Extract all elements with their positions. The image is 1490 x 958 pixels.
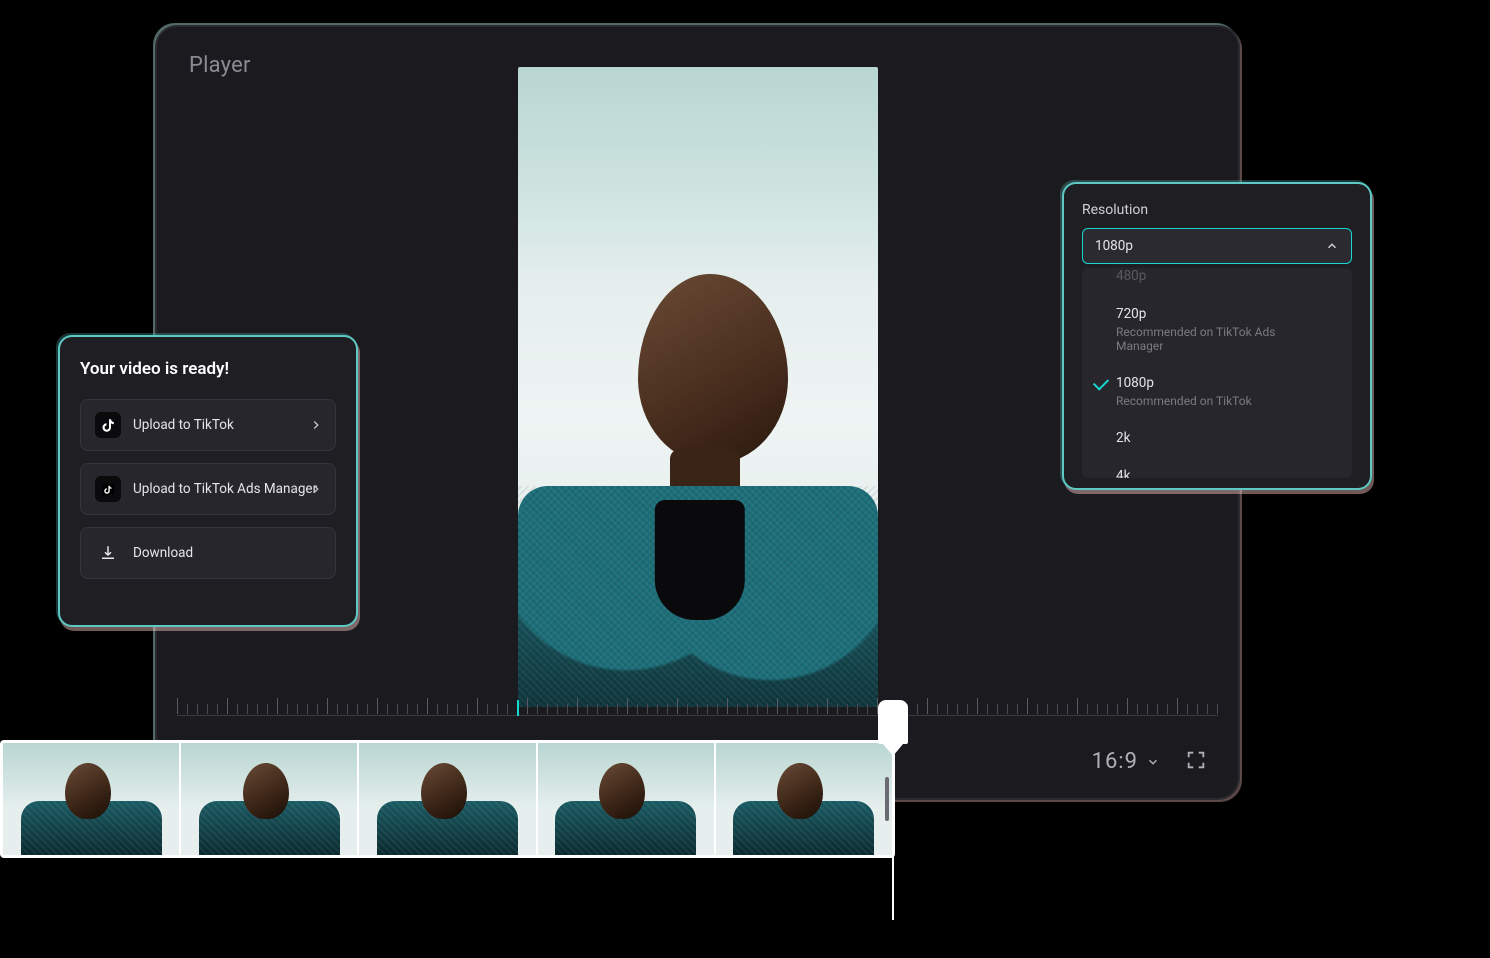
resolution-selected-value: 1080p bbox=[1095, 238, 1133, 254]
clip-thumbnail bbox=[716, 743, 892, 855]
resolution-option-label: 4k bbox=[1116, 468, 1130, 478]
resolution-select[interactable]: 1080p bbox=[1082, 228, 1352, 264]
chevron-right-icon bbox=[309, 482, 323, 496]
clip-thumbnail bbox=[181, 743, 357, 855]
resolution-option-sub: Recommended on TikTok bbox=[1116, 394, 1318, 408]
download-label: Download bbox=[133, 545, 193, 561]
resolution-option-sub: Recommended on TikTok Ads Manager bbox=[1116, 325, 1318, 353]
aspect-ratio-dropdown[interactable]: 16:9 bbox=[1092, 749, 1160, 774]
resolution-option-label: 480p bbox=[1116, 268, 1146, 284]
aspect-ratio-value: 16:9 bbox=[1092, 749, 1138, 774]
tiktok-ads-icon bbox=[95, 476, 121, 502]
upload-to-tiktok-button[interactable]: Upload to TikTok bbox=[80, 399, 336, 451]
resolution-option-label: 720p bbox=[1116, 306, 1146, 322]
chevron-up-icon bbox=[1325, 239, 1339, 253]
upload-to-ads-manager-button[interactable]: Upload to TikTok Ads Manager bbox=[80, 463, 336, 515]
video-content-illustration bbox=[518, 246, 878, 707]
player-title: Player bbox=[189, 53, 251, 78]
upload-to-ads-manager-label: Upload to TikTok Ads Manager bbox=[133, 481, 317, 497]
chevron-down-icon bbox=[1146, 755, 1160, 769]
download-icon bbox=[95, 540, 121, 566]
clip-trim-handle-right[interactable] bbox=[885, 777, 889, 821]
resolution-panel: Resolution 1080p 480p 720p Recommended o… bbox=[1062, 182, 1372, 490]
download-button[interactable]: Download bbox=[80, 527, 336, 579]
video-ready-panel: Your video is ready! Upload to TikTok Up… bbox=[58, 335, 358, 627]
timeline-clip[interactable] bbox=[0, 740, 895, 858]
fullscreen-icon bbox=[1185, 749, 1207, 771]
resolution-options-list: 480p 720p Recommended on TikTok Ads Mana… bbox=[1082, 268, 1352, 478]
timeline-ruler[interactable] bbox=[177, 696, 1218, 716]
resolution-option-1080p[interactable]: 1080p Recommended on TikTok bbox=[1082, 364, 1352, 419]
fullscreen-button[interactable] bbox=[1180, 744, 1212, 776]
resolution-title: Resolution bbox=[1082, 202, 1352, 218]
resolution-option-4k[interactable]: 4k bbox=[1082, 457, 1352, 478]
upload-to-tiktok-label: Upload to TikTok bbox=[133, 417, 234, 433]
clip-thumbnail bbox=[3, 743, 179, 855]
video-ready-title: Your video is ready! bbox=[80, 359, 336, 379]
timeline-playhead-marker bbox=[517, 700, 519, 716]
resolution-option-label: 1080p bbox=[1116, 375, 1154, 391]
resolution-option-2k[interactable]: 2k bbox=[1082, 419, 1352, 457]
chevron-right-icon bbox=[309, 418, 323, 432]
clip-thumbnail bbox=[538, 743, 714, 855]
clip-thumbnail bbox=[359, 743, 535, 855]
video-preview[interactable] bbox=[518, 67, 878, 707]
resolution-option-480p[interactable]: 480p bbox=[1082, 268, 1352, 295]
resolution-option-720p[interactable]: 720p Recommended on TikTok Ads Manager bbox=[1082, 295, 1352, 364]
tiktok-icon bbox=[95, 412, 121, 438]
resolution-option-label: 2k bbox=[1116, 430, 1130, 446]
